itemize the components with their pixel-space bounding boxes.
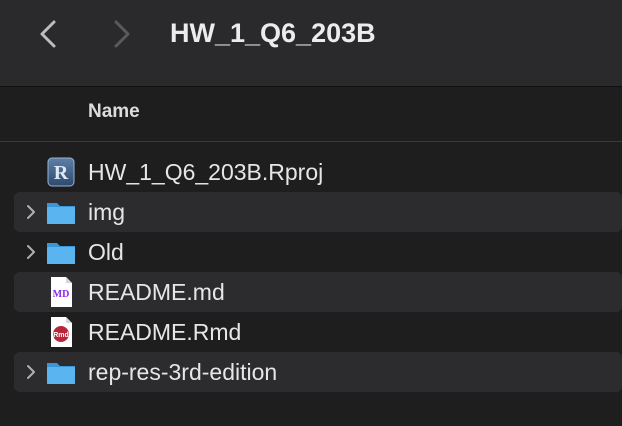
- chevron-right-icon: [114, 20, 130, 48]
- file-row-rproj[interactable]: R HW_1_Q6_203B.Rproj: [14, 152, 622, 192]
- file-row-rep-res-3rd-edition[interactable]: rep-res-3rd-edition: [14, 352, 622, 392]
- folder-icon: [47, 363, 75, 384]
- svg-text:MD: MD: [53, 289, 70, 300]
- file-name: rep-res-3rd-edition: [88, 359, 278, 385]
- file-name: Old: [88, 239, 124, 265]
- svg-text:R: R: [54, 162, 69, 184]
- file-name: README.Rmd: [88, 319, 242, 345]
- file-name: img: [88, 199, 126, 225]
- markdown-file-icon: MD: [51, 277, 72, 307]
- rproj-file-icon: R: [47, 157, 75, 187]
- file-row-readme-md[interactable]: MD README.md: [14, 272, 622, 312]
- toolbar: HW_1_Q6_203B: [0, 0, 622, 87]
- svg-text:Rmd: Rmd: [53, 332, 69, 339]
- file-row-img[interactable]: img: [14, 192, 622, 232]
- disclosure-triangle-icon[interactable]: [22, 363, 40, 381]
- forward-button[interactable]: [100, 14, 140, 54]
- file-name: HW_1_Q6_203B.Rproj: [88, 159, 324, 185]
- file-row-readme-rmd[interactable]: Rmd README.Rmd: [14, 312, 622, 352]
- disclosure-triangle-icon[interactable]: [22, 243, 40, 261]
- window-title: HW_1_Q6_203B: [170, 18, 376, 48]
- folder-icon: [47, 203, 75, 224]
- file-name: README.md: [88, 279, 225, 305]
- rmarkdown-file-icon: Rmd: [51, 317, 72, 347]
- chevron-left-icon: [40, 20, 56, 48]
- name-column-header[interactable]: Name: [88, 101, 140, 123]
- back-button[interactable]: [30, 14, 70, 54]
- disclosure-triangle-icon[interactable]: [22, 203, 40, 221]
- file-row-old[interactable]: Old: [14, 232, 622, 272]
- folder-icon: [47, 243, 75, 264]
- column-header: Name: [0, 87, 622, 142]
